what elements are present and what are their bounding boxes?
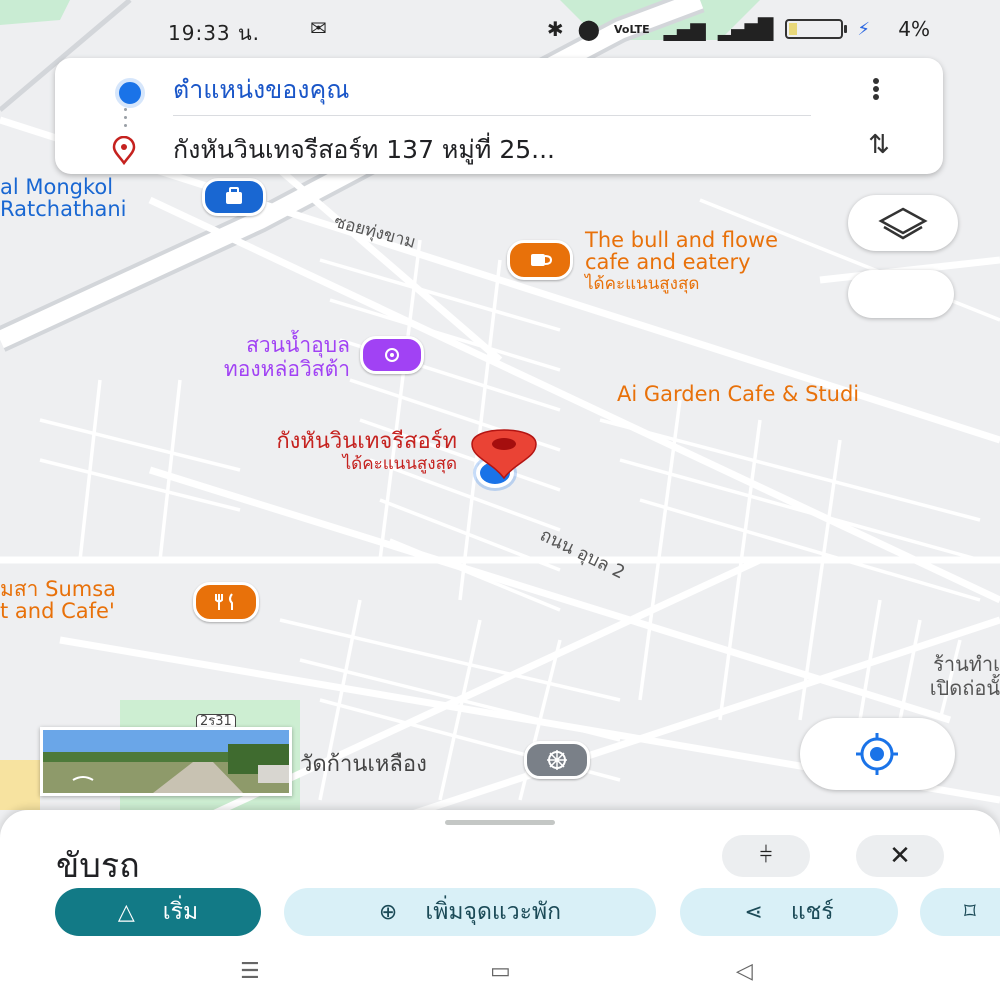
bookmark-icon: ⌑ <box>964 899 976 925</box>
hospital-label-line1: al Mongkol <box>0 175 114 199</box>
park-label-line1: สวนน้ำอุบล <box>246 333 350 357</box>
park-label[interactable]: สวนน้ำอุบล ทองหล่อวิสต้า <box>120 333 350 381</box>
sliders-icon: ⫩ <box>759 843 773 868</box>
sheet-drag-handle[interactable] <box>445 820 555 825</box>
route-divider <box>173 115 811 116</box>
more-options-icon[interactable] <box>864 72 888 106</box>
signal-5g-icon: ▂▄▆█ <box>717 17 774 41</box>
bluetooth-icon: ✱ <box>546 17 564 41</box>
add-stop-button[interactable]: ⊕ เพิ่มจุดแวะพัก <box>284 888 656 936</box>
location-icon: ⬤ <box>577 17 600 41</box>
status-time: 19:33 น. <box>168 21 261 45</box>
swap-route-icon[interactable]: ⇅ <box>855 130 903 164</box>
resort-label-line1: กังหันวินเทจรีสอร์ท <box>276 429 457 454</box>
battery-percent: 4% <box>898 17 930 41</box>
back-icon[interactable]: ◁ <box>736 959 753 984</box>
restaurant-label-line2: t and Cafe' <box>0 599 115 623</box>
shop-label[interactable]: ร้านทำเ เปิดถ่อนั้ <box>866 652 1000 700</box>
shop-label-line1: ร้านทำเ <box>933 652 1000 676</box>
temple-icon[interactable] <box>524 741 590 779</box>
close-button[interactable]: ✕ <box>856 835 944 877</box>
my-location-button[interactable] <box>800 718 955 790</box>
status-icons: ✱ ⬤ VoLTE ▂▄▆ ▂▄▆█ ⚡ <box>547 17 870 41</box>
home-icon[interactable]: ▭ <box>490 959 511 984</box>
layers-icon <box>878 207 928 240</box>
hospital-label-line2: Ratchathani <box>0 197 127 221</box>
origin-field[interactable]: ตำแหน่งของคุณ <box>173 70 349 110</box>
recent-apps-icon[interactable]: ☰ <box>240 959 260 984</box>
park-icon[interactable] <box>360 336 424 374</box>
destination-field[interactable]: กังหันวินเทจรีสอร์ท 137 หมู่ที่ 25... <box>173 130 555 170</box>
route-options-button[interactable]: ⫩ <box>722 835 810 877</box>
sheet-title: ขับรถ <box>56 846 140 886</box>
hospital-label[interactable]: al Mongkol Ratchathani <box>0 176 127 220</box>
resort-label[interactable]: กังหันวินเทจรีสอร์ท ได้คะแนนสูงสุด <box>152 430 457 476</box>
cafe-label-line2: cafe and eatery <box>585 250 751 274</box>
start-button[interactable]: △ เริ่ม <box>55 888 261 936</box>
garden-label[interactable]: Ai Garden Cafe & Studi <box>617 382 859 406</box>
compass-button[interactable] <box>848 270 954 318</box>
cafe-icon[interactable] <box>507 240 573 280</box>
park-label-line2: ทองหล่อวิสต้า <box>223 357 350 381</box>
status-bar: 19:33 น. ✉ ✱ ⬤ VoLTE ▂▄▆ ▂▄▆█ ⚡ 4% <box>0 0 1000 56</box>
share-button[interactable]: ⋖ แชร์ <box>680 888 898 936</box>
gmail-icon: ✉ <box>310 16 327 40</box>
start-label: เริ่ม <box>162 899 199 925</box>
my-location-icon <box>856 733 898 775</box>
route-dots <box>124 108 128 132</box>
origin-dot-icon <box>115 78 145 108</box>
system-nav-bar: ☰ ▭ ◁ <box>0 945 1000 1000</box>
shop-label-line2: เปิดถ่อนั้ <box>929 676 1000 700</box>
layers-button[interactable] <box>848 195 958 251</box>
add-stop-label: เพิ่มจุดแวะพัก <box>425 899 562 925</box>
restaurant-label-line1: มสา Sumsa <box>0 577 117 601</box>
signal-icon: ▂▄▆ <box>663 17 706 41</box>
volte-label: VoLTE <box>613 22 650 36</box>
restaurant-icon[interactable] <box>193 582 259 622</box>
share-label: แชร์ <box>790 899 834 925</box>
resort-rating-note: ได้คะแนนสูงสุด <box>342 454 457 474</box>
route-card: ตำแหน่งของคุณ กังหันวินเทจรีสอร์ท 137 หม… <box>55 58 943 174</box>
destination-marker-icon <box>112 136 136 166</box>
hospital-icon[interactable] <box>202 178 266 216</box>
share-icon: ⋖ <box>744 899 763 925</box>
charging-icon: ⚡ <box>857 18 870 40</box>
add-stop-icon: ⊕ <box>378 899 398 925</box>
navigation-arrow-icon: △ <box>117 899 135 925</box>
temple-label[interactable]: วัดก้านเหลือง <box>300 746 427 781</box>
cafe-label-line1: The bull and flowe <box>585 228 779 252</box>
close-icon: ✕ <box>889 841 911 871</box>
battery-icon <box>785 19 848 39</box>
destination-pin-icon[interactable] <box>466 428 542 480</box>
save-button[interactable]: ⌑ <box>920 888 1000 936</box>
cafe-rating-note: ได้คะแนนสูงสุด <box>585 274 700 294</box>
restaurant-label[interactable]: มสา Sumsa t and Cafe' <box>0 578 116 622</box>
cafe-label[interactable]: The bull and flowe cafe and eatery ได้คะ… <box>585 229 778 295</box>
street-view-thumbnail[interactable] <box>40 727 292 796</box>
